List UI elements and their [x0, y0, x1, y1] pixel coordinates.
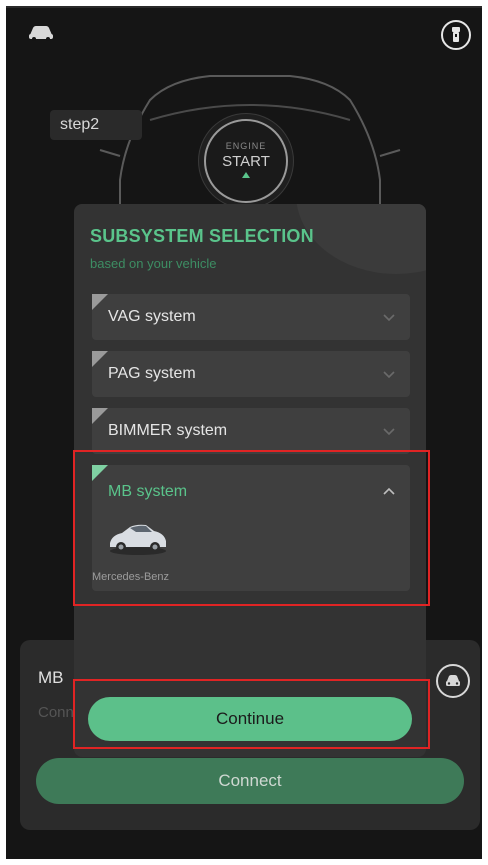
- vehicle-system-title: MB: [38, 668, 64, 687]
- status-bar-line: [6, 6, 482, 8]
- system-option-pag[interactable]: PAG system: [92, 351, 410, 397]
- flashlight-icon[interactable]: [441, 20, 471, 50]
- decorative-circle: [296, 204, 426, 274]
- chevron-down-icon: [383, 314, 395, 322]
- connect-button[interactable]: Connect: [36, 758, 464, 804]
- start-label: START: [222, 153, 270, 170]
- highlight-box-continue: [73, 679, 430, 749]
- corner-marker: [92, 294, 108, 310]
- car-front-icon[interactable]: [436, 664, 470, 698]
- modal-title: SUBSYSTEM SELECTION: [90, 226, 314, 246]
- step-badge: step2: [50, 110, 142, 140]
- system-label: VAG system: [108, 308, 196, 325]
- system-label: BIMMER system: [108, 422, 228, 439]
- car-icon[interactable]: [26, 20, 56, 44]
- up-arrow-icon: [242, 172, 250, 178]
- engine-label: ENGINE: [225, 141, 267, 151]
- connection-status: Conn: [38, 704, 74, 721]
- system-option-bimmer[interactable]: BIMMER system: [92, 408, 410, 454]
- system-option-vag[interactable]: VAG system: [92, 294, 410, 340]
- engine-start-button[interactable]: ENGINE START: [204, 119, 288, 203]
- modal-subtitle: based on your vehicle: [90, 256, 217, 271]
- corner-marker: [92, 351, 108, 367]
- highlight-box-mb-system: [73, 450, 430, 606]
- system-label: PAG system: [108, 365, 196, 382]
- corner-marker: [92, 408, 108, 424]
- chevron-down-icon: [383, 428, 395, 436]
- chevron-down-icon: [383, 371, 395, 379]
